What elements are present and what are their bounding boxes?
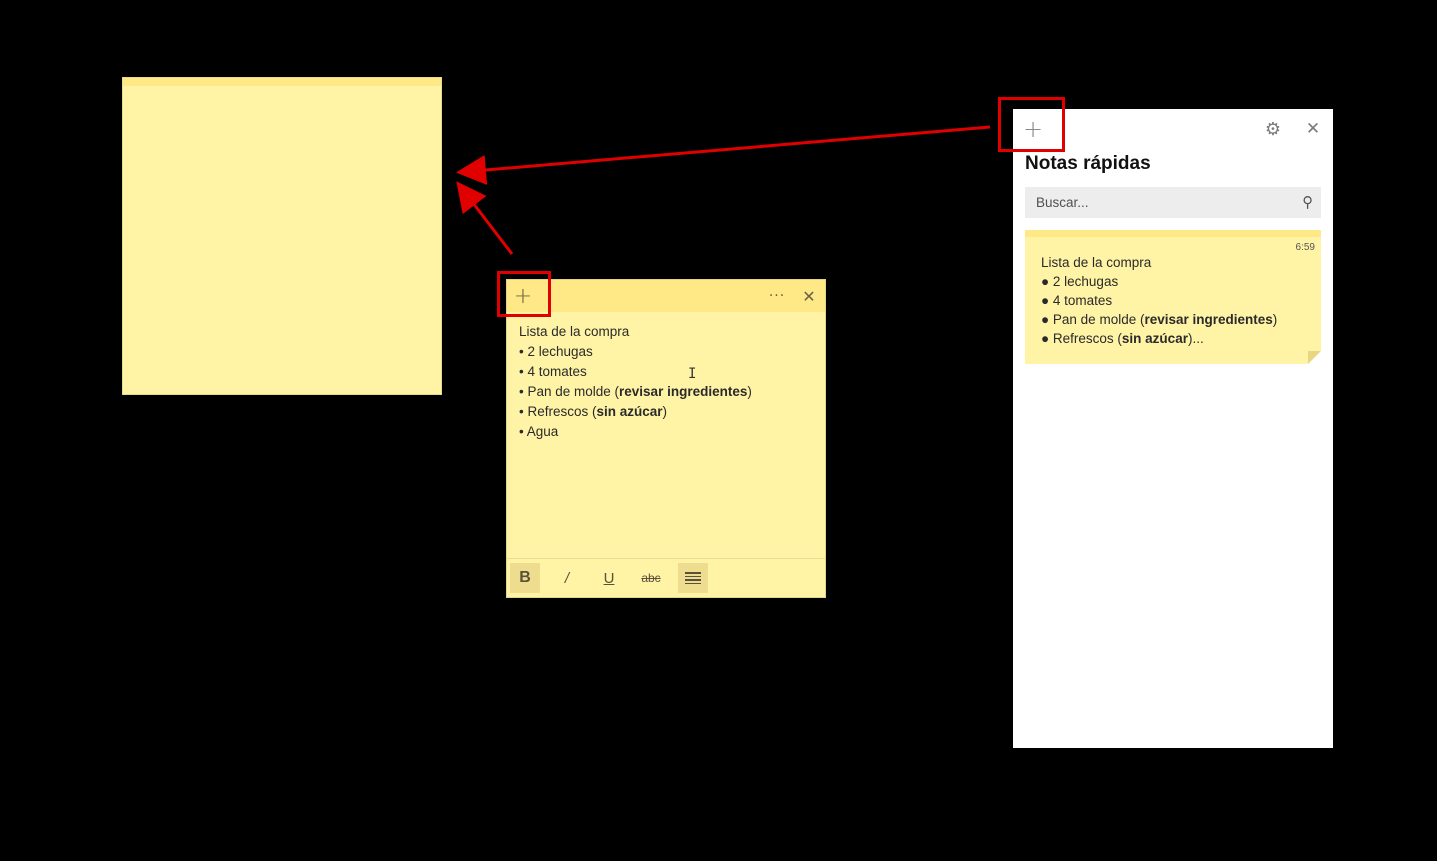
settings-button[interactable]: ⚙ <box>1263 117 1283 141</box>
bold-button[interactable]: B <box>510 563 540 593</box>
note-list-item[interactable]: 6:59 Lista de la compra ● 2 lechugas ● 4… <box>1025 230 1321 364</box>
notes-list-panel: + ⚙ ✕ Notas rápidas ⚲ 6:59 Lista de la c… <box>1013 109 1333 748</box>
panel-new-note-button[interactable]: + <box>1013 113 1053 145</box>
arrow-from-note-plus <box>456 181 514 255</box>
note-line: • 2 lechugas <box>519 344 593 359</box>
note-card-line: ● Refrescos (sin azúcar)... <box>1041 331 1204 346</box>
panel-close-button[interactable]: ✕ <box>1303 117 1323 141</box>
note-card-line: ● Pan de molde (revisar ingredientes) <box>1041 312 1278 327</box>
text-cursor-icon: I <box>688 366 697 382</box>
new-note-header-strip <box>123 78 441 86</box>
more-options-button[interactable]: ··· <box>761 280 793 312</box>
gear-icon: ⚙ <box>1264 118 1282 140</box>
note-line: Lista de la compra <box>519 324 630 339</box>
note-card-line: ● 4 tomates <box>1041 293 1113 308</box>
screen: + ··· ✕ Lista de la compra • 2 lechugas … <box>0 0 1437 861</box>
bullet-list-button[interactable] <box>678 563 708 593</box>
italic-button[interactable]: / <box>552 563 582 593</box>
arrow-from-panel-plus <box>456 125 991 185</box>
note-card-line: ● 2 lechugas <box>1041 274 1119 289</box>
note-card-preview: Lista de la compra ● 2 lechugas ● 4 toma… <box>1025 237 1321 348</box>
new-note-button[interactable]: + <box>507 280 539 312</box>
note-line: • Pan de molde (revisar ingredientes) <box>519 384 752 399</box>
panel-title: Notas rápidas <box>1025 153 1151 174</box>
note-line: • Agua <box>519 424 559 439</box>
more-icon: ··· <box>768 288 786 304</box>
note-window: + ··· ✕ Lista de la compra • 2 lechugas … <box>506 279 826 598</box>
underline-button[interactable]: U <box>594 563 624 593</box>
strikethrough-button[interactable]: abc <box>636 563 666 593</box>
note-card-line: Lista de la compra <box>1041 255 1152 270</box>
close-icon: ✕ <box>1305 119 1321 139</box>
plus-icon: + <box>1022 115 1044 143</box>
note-editor[interactable]: Lista de la compra • 2 lechugas • 4 toma… <box>507 312 825 452</box>
note-line: • Refrescos (sin azúcar) <box>519 404 668 419</box>
search-input[interactable] <box>1025 187 1286 218</box>
search-icon[interactable]: ⚲ <box>1302 193 1313 211</box>
note-titlebar[interactable]: + ··· ✕ <box>507 280 825 312</box>
new-blank-note[interactable] <box>122 77 442 395</box>
close-icon: ✕ <box>802 286 816 306</box>
plus-icon: + <box>513 283 533 309</box>
note-card-header-strip <box>1025 230 1321 237</box>
close-note-button[interactable]: ✕ <box>793 280 825 312</box>
format-toolbar: B / U abc <box>507 558 825 597</box>
note-timestamp: 6:59 <box>1295 242 1315 253</box>
panel-header: + ⚙ ✕ <box>1013 109 1333 149</box>
note-line: • 4 tomates <box>519 364 587 379</box>
page-curl-icon <box>1308 351 1321 364</box>
list-icon <box>685 572 701 584</box>
search-box: ⚲ <box>1025 187 1321 218</box>
